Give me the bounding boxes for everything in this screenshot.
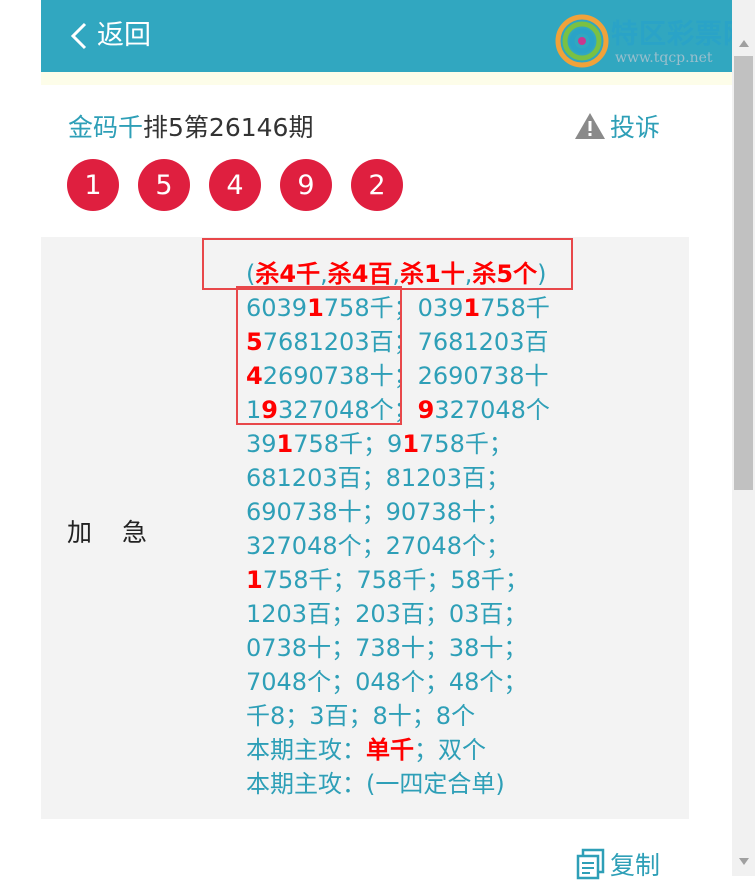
highlight-text: 1	[246, 566, 263, 594]
line-text: ；双个	[414, 736, 486, 764]
page-title: 金码千排5第26146期	[68, 108, 313, 144]
copy-button[interactable]: 复制	[576, 846, 660, 882]
chevron-left-icon	[70, 22, 87, 50]
notice-strip	[41, 72, 732, 85]
number-ball: 1	[67, 159, 119, 211]
number-ball: 4	[209, 159, 261, 211]
number-ball: 2	[351, 159, 403, 211]
line-text: 758千；758千；58千；	[262, 566, 529, 594]
back-button[interactable]: 返回	[69, 18, 151, 54]
scroll-up-arrow-icon[interactable]	[739, 40, 749, 47]
line-text: 7048个；048个；48个；	[246, 668, 528, 696]
prediction-line: 本期主攻：单千；双个	[246, 733, 550, 767]
line-text: 本期主攻：	[246, 736, 366, 764]
prediction-line: 1203百；203百；03百；	[246, 597, 550, 631]
watermark-url: www.tqcp.net	[615, 50, 713, 66]
scroll-down-arrow-icon[interactable]	[739, 858, 749, 865]
report-button[interactable]: 投诉	[574, 108, 660, 144]
site-watermark: 特区彩票网 www.tqcp.net	[555, 8, 755, 68]
number-ball: 5	[138, 159, 190, 211]
back-label: 返回	[97, 20, 151, 51]
line-text: 681203百；81203百；	[246, 464, 510, 492]
title-issue: 排5第26146期	[143, 113, 314, 142]
scrollbar[interactable]	[732, 0, 755, 876]
line-text: 0738十；738十；38十；	[246, 634, 528, 662]
prediction-line: 0738十；738十；38十；	[246, 631, 550, 665]
number-ball: 9	[280, 159, 332, 211]
line-text: 690738十；90738十；	[246, 498, 510, 526]
line-text: 758千	[480, 294, 550, 322]
line-text: 758千；	[419, 430, 513, 458]
highlight-box-kill	[202, 238, 573, 290]
prediction-line: 7048个；048个；48个；	[246, 665, 550, 699]
highlight-text: 9	[417, 396, 435, 424]
prediction-line: 1758千；758千；58千；	[246, 563, 550, 597]
prediction-line: 391758千；91758千；	[246, 427, 550, 461]
warning-icon	[575, 113, 605, 139]
highlight-text: 1	[402, 430, 420, 458]
highlight-text: 1	[276, 430, 294, 458]
highlight-box-digits	[236, 286, 402, 425]
site-logo-icon	[555, 14, 609, 68]
line-text: 千8；3百；8十；8个	[246, 702, 476, 730]
line-text: 758千；9	[293, 430, 403, 458]
prediction-line: 千8；3百；8十；8个	[246, 699, 550, 733]
prediction-line: 327048个；27048个；	[246, 529, 550, 563]
prediction-line: 本期主攻：(一四定合单)	[246, 767, 550, 801]
draw-numbers: 1 5 4 9 2	[67, 159, 422, 211]
watermark-title: 特区彩票网	[611, 19, 751, 50]
copy-label: 复制	[610, 851, 661, 880]
prediction-line: 690738十；90738十；	[246, 495, 550, 529]
report-label: 投诉	[610, 113, 661, 142]
copy-icon	[576, 848, 605, 880]
line-text: 本期主攻：(一四定合单)	[246, 770, 505, 798]
line-text: 327048个	[434, 396, 550, 424]
line-text: 39	[246, 430, 277, 458]
panel-label: 加急	[67, 518, 178, 547]
line-text: 1203百；203百；03百；	[246, 600, 528, 628]
scrollbar-thumb[interactable]	[734, 56, 753, 490]
prediction-line: 681203百；81203百；	[246, 461, 550, 495]
line-text: 327048个；27048个；	[246, 532, 510, 560]
highlight-text: 单千	[366, 736, 414, 764]
title-source[interactable]: 金码千	[68, 113, 143, 142]
highlight-text: 1	[463, 294, 481, 322]
